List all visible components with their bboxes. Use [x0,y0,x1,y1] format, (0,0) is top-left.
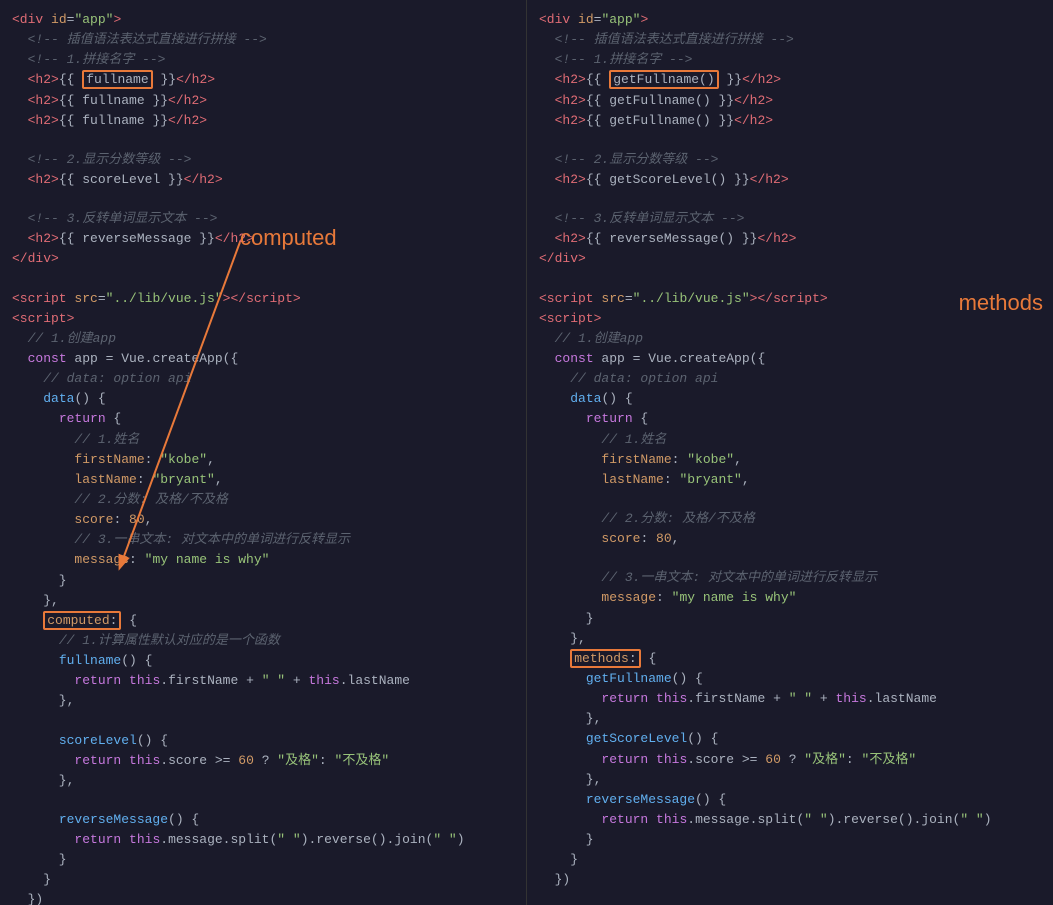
code-line: // 3.一串文本: 对文本中的单词进行反转显示 [12,530,514,550]
code-line: // 1.姓名 [539,430,1041,450]
code-line: }, [12,591,514,611]
code-line: reverseMessage() { [539,790,1041,810]
code-line: const app = Vue.createApp({ [12,349,514,369]
code-line: score: 80, [12,510,514,530]
code-line: }, [12,691,514,711]
code-line: <h2>{{ fullname }}</h2> [12,91,514,111]
code-line: <h2>{{ getScoreLevel() }}</h2> [539,170,1041,190]
code-line: // data: option api [12,369,514,389]
code-line: }) [12,890,514,905]
code-line: return { [12,409,514,429]
code-line: <!-- 1.拼接名字 --> [539,50,1041,70]
code-line: return { [539,409,1041,429]
code-line: message: "my name is why" [539,588,1041,608]
code-line: computed: { [12,611,514,631]
code-line: fullname() { [12,651,514,671]
code-line: <h2>{{ getFullname() }}</h2> [539,111,1041,131]
code-line: }, [539,770,1041,790]
code-line: return this.firstName + " " + this.lastN… [12,671,514,691]
code-line: }, [539,629,1041,649]
code-line: <!-- 2.显示分数等级 --> [539,150,1041,170]
computed-label: computed [240,225,337,251]
code-line: <h2>{{ fullname }}</h2> [12,111,514,131]
code-line: getFullname() { [539,669,1041,689]
code-line: <script> [12,309,514,329]
code-line: <div id="app"> [539,10,1041,30]
code-line: message: "my name is why" [12,550,514,570]
code-line: <!-- 插值语法表达式直接进行拼接 --> [539,30,1041,50]
code-line: // 2.分数: 及格/不及格 [539,509,1041,529]
code-line: firstName: "kobe", [539,450,1041,470]
code-line: <!-- 1.拼接名字 --> [12,50,514,70]
code-line: // 2.分数: 及格/不及格 [12,490,514,510]
code-line: firstName: "kobe", [12,450,514,470]
code-line: </div> [539,249,1041,269]
code-line: }, [539,709,1041,729]
code-line: return this.firstName + " " + this.lastN… [539,689,1041,709]
code-line: scoreLevel() { [12,731,514,751]
code-line: data() { [12,389,514,409]
code-line: <h2>{{ getFullname() }}</h2> [539,70,1041,90]
code-line: } [539,830,1041,850]
right-pane: <div id="app"> <!-- 插值语法表达式直接进行拼接 --> <!… [527,0,1053,905]
code-line: return this.message.split(" ").reverse()… [539,810,1041,830]
code-line: // 3.一串文本: 对文本中的单词进行反转显示 [539,568,1041,588]
code-line: } [12,870,514,890]
code-line: // 1.创建app [12,329,514,349]
code-line: } [539,850,1041,870]
code-line: // 1.姓名 [12,430,514,450]
code-line: <!-- 2.显示分数等级 --> [12,150,514,170]
code-line: data() { [539,389,1041,409]
code-line: return this.score >= 60 ? "及格": "不及格" [12,751,514,771]
code-line: <div id="app"> [12,10,514,30]
code-line: reverseMessage() { [12,810,514,830]
code-line: <h2>{{ reverseMessage() }}</h2> [539,229,1041,249]
code-line: <!-- 插值语法表达式直接进行拼接 --> [12,30,514,50]
code-line: } [12,571,514,591]
code-line: <h2>{{ fullname }}</h2> [12,70,514,90]
code-line: score: 80, [539,529,1041,549]
code-line: } [12,850,514,870]
left-pane: <div id="app"> <!-- 插值语法表达式直接进行拼接 --> <!… [0,0,527,905]
code-line: // data: option api [539,369,1041,389]
code-line: <h2>{{ scoreLevel }}</h2> [12,170,514,190]
code-line: // 1.计算属性默认对应的是一个函数 [12,631,514,651]
code-line: <script src="../lib/vue.js"></script> [12,289,514,309]
code-line: return this.message.split(" ").reverse()… [12,830,514,850]
code-line: const app = Vue.createApp({ [539,349,1041,369]
code-line: // 1.创建app [539,329,1041,349]
code-line: lastName: "bryant", [12,470,514,490]
code-line: lastName: "bryant", [539,470,1041,490]
code-line: } [539,609,1041,629]
code-line: return this.score >= 60 ? "及格": "不及格" [539,750,1041,770]
code-line: </div> [12,249,514,269]
code-line: }) [539,870,1041,890]
methods-label: methods [959,290,1043,316]
code-line: <!-- 3.反转单词显示文本 --> [539,209,1041,229]
code-line: }, [12,771,514,791]
code-line: methods: { [539,649,1041,669]
code-line: getScoreLevel() { [539,729,1041,749]
code-line: <h2>{{ getFullname() }}</h2> [539,91,1041,111]
